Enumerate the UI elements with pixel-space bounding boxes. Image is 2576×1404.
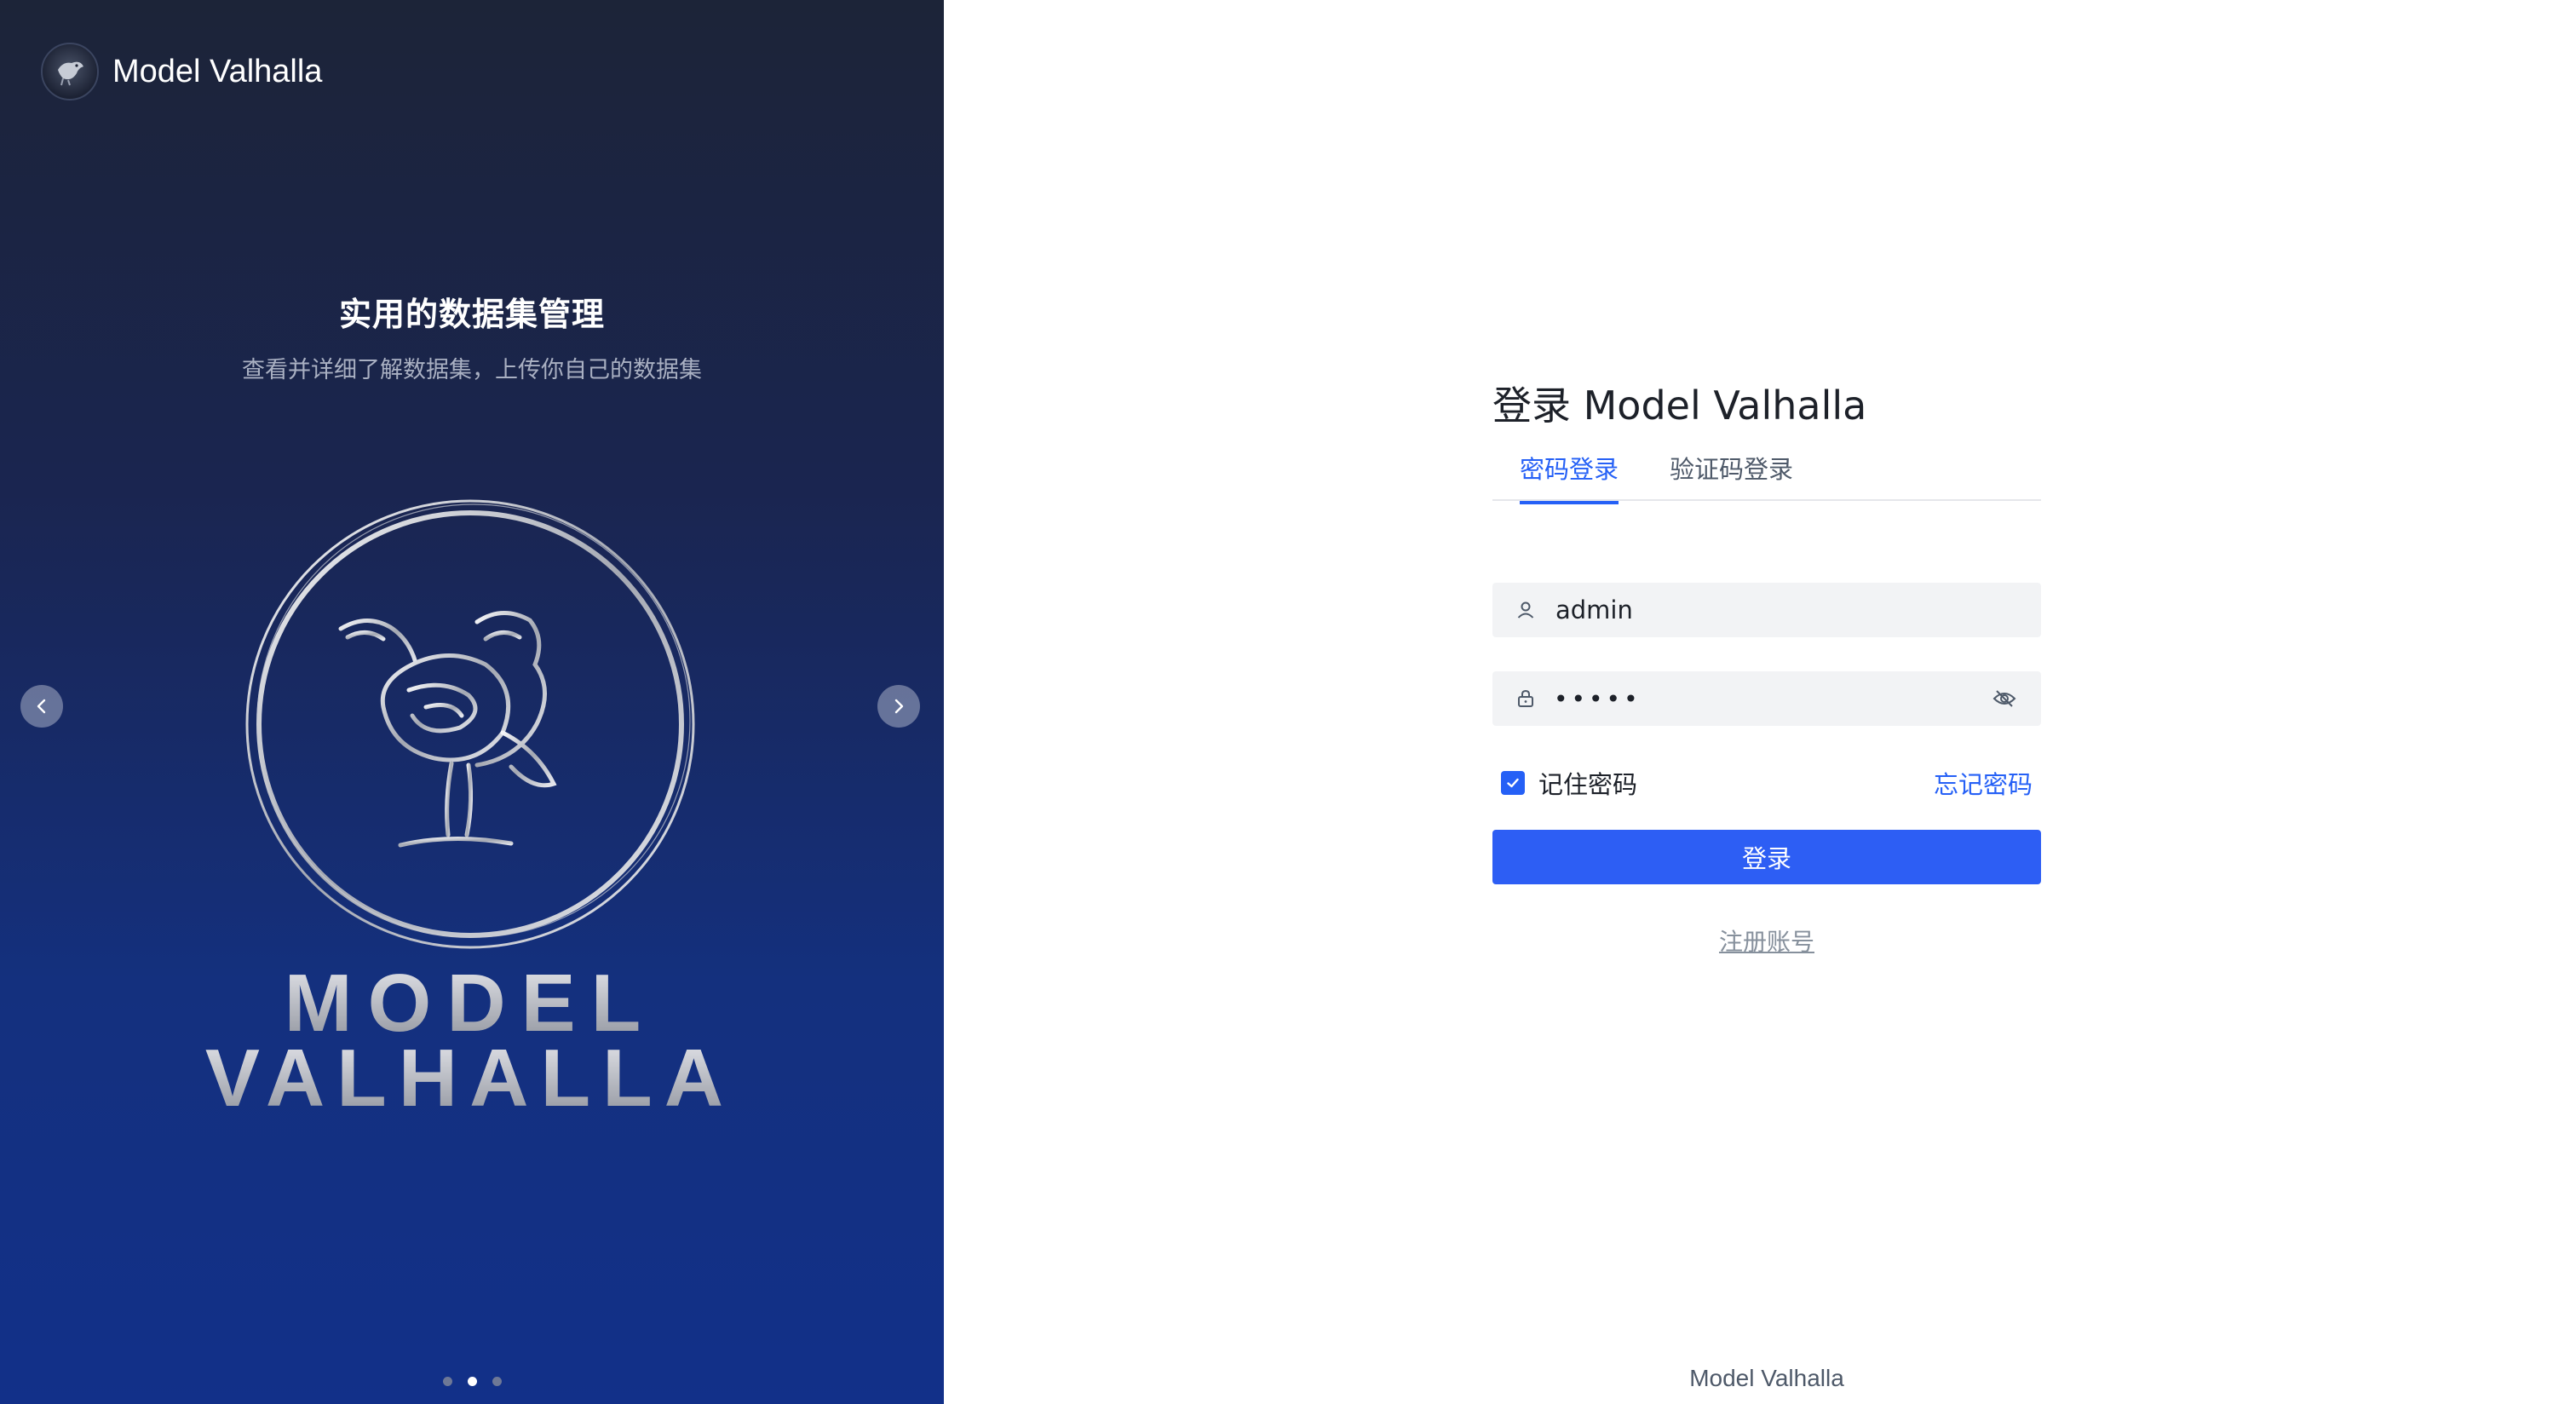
forgot-password-link[interactable]: 忘记密码 [1934, 765, 2033, 801]
username-input[interactable] [1554, 595, 2041, 625]
carousel-dots [0, 1377, 944, 1386]
brand-logo-icon [41, 43, 99, 101]
eye-off-icon[interactable] [1990, 686, 2019, 711]
lock-icon [1513, 686, 1538, 711]
carousel-dot-3[interactable] [492, 1377, 502, 1386]
carousel-prev-button[interactable] [20, 685, 63, 728]
password-field[interactable]: ••••• [1492, 671, 2041, 726]
remember-checkbox[interactable] [1501, 771, 1525, 795]
carousel-next-button[interactable] [877, 685, 920, 728]
username-field[interactable] [1492, 583, 2041, 637]
password-input[interactable]: ••••• [1554, 685, 1990, 713]
brand-header: Model Valhalla [41, 43, 322, 101]
user-icon [1513, 597, 1538, 623]
chevron-left-icon [37, 699, 46, 714]
chevron-right-icon [894, 699, 904, 714]
valhalla-logo-illustration: MODEL VALHALLA [205, 499, 735, 1124]
brand-name: Model Valhalla [112, 53, 323, 89]
slide-subtitle: 查看并详细了解数据集，上传你自己的数据集 [242, 357, 702, 383]
tab-code-login[interactable]: 验证码登录 [1670, 450, 1793, 501]
carousel-dot-2[interactable] [467, 1377, 477, 1386]
tab-password-login[interactable]: 密码登录 [1520, 450, 1619, 504]
carousel-dot-1[interactable] [442, 1377, 452, 1386]
brand-panel: Model Valhalla 实用的数据集管理 查看并详细了解数据集，上传你自己… [0, 0, 944, 1404]
slide-title: 实用的数据集管理 [338, 296, 605, 333]
footer-text: Model Valhalla [1689, 1365, 1844, 1391]
register-link[interactable]: 注册账号 [1492, 924, 2041, 958]
login-tabs: 密码登录 验证码登录 [1492, 446, 2041, 504]
remember-label: 记住密码 [1538, 770, 1638, 799]
login-button[interactable]: 登录 [1492, 830, 2041, 884]
check-icon [1507, 778, 1519, 788]
remember-password[interactable]: 记住密码 [1501, 765, 1637, 801]
hero-text-line2: VALHALLA [205, 1033, 735, 1124]
login-title: 登录 Model Valhalla [1492, 383, 1867, 429]
